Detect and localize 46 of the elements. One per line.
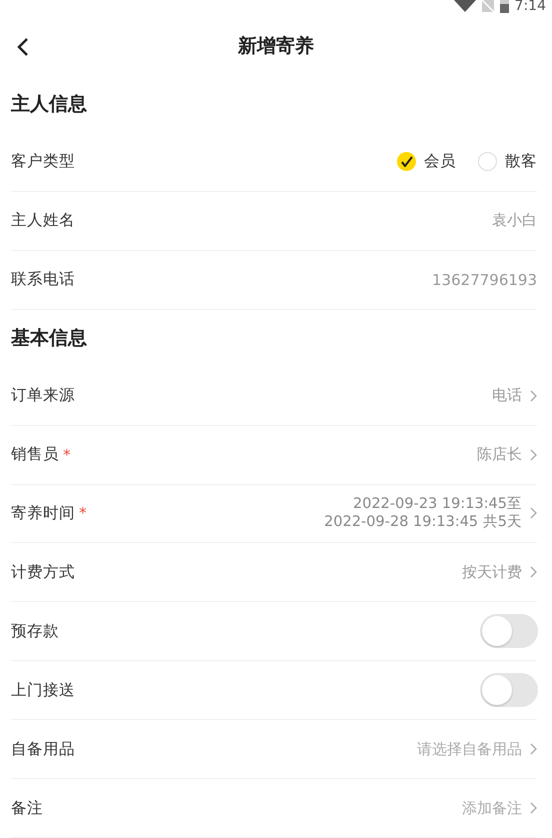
status-time: 7:14 xyxy=(514,0,546,13)
back-icon xyxy=(17,37,29,58)
form-row[interactable]: 预存款 xyxy=(11,602,537,662)
field-label: 订单来源 xyxy=(11,385,75,406)
chevron-icon xyxy=(530,507,537,520)
section-title: 主人信息 xyxy=(10,92,88,118)
chevron-icon xyxy=(530,390,537,402)
check-icon xyxy=(400,156,412,168)
field-label: 预存款 xyxy=(11,620,59,642)
form-row[interactable]: 计费方式 按天计费 xyxy=(11,543,537,602)
wifi-icon xyxy=(454,0,476,12)
form-row[interactable]: 上门接送 xyxy=(11,661,537,720)
battery-icon xyxy=(500,0,509,13)
field-label: 销售员 xyxy=(11,444,59,466)
page-title: 新增寄养 xyxy=(238,34,314,59)
form-row[interactable]: 客户类型 会员 散客 xyxy=(11,132,537,192)
chevron-icon xyxy=(530,743,537,756)
field-label: 备注 xyxy=(11,798,43,819)
chevron-icon xyxy=(530,566,537,578)
required-mark: * xyxy=(63,446,70,464)
field-label: 自备用品 xyxy=(11,738,75,760)
form-row[interactable]: 寄养时间 * 2022-09-23 19:13:45至 2022-09-28 19:13:45 共5天 xyxy=(11,484,537,544)
form-row[interactable]: 销售员 * 陈店长 xyxy=(11,426,537,484)
radio-option[interactable]: 会员 xyxy=(397,151,456,172)
form-row[interactable]: 订单来源 电话 xyxy=(11,366,537,426)
form-row[interactable]: 备注 添加备注 xyxy=(11,779,537,838)
section-title: 基本信息 xyxy=(10,326,88,352)
date-range-text: 2022-09-23 19:13:45至 xyxy=(353,495,522,514)
form-row[interactable]: 主人姓名 袁小白 xyxy=(11,192,537,251)
field-label: 寄养时间 xyxy=(11,502,75,524)
chevron-icon xyxy=(530,802,537,814)
field-label: 上门接送 xyxy=(11,680,75,701)
field-value: 13627796193 xyxy=(432,270,537,289)
field-label: 联系电话 xyxy=(11,269,75,290)
field-label: 客户类型 xyxy=(11,151,75,172)
required-mark: * xyxy=(79,504,86,522)
field-label: 计费方式 xyxy=(11,562,75,583)
date-range-text: 2022-09-28 19:13:45 共5天 xyxy=(324,513,522,532)
form-row[interactable]: 联系电话 13627796193 xyxy=(11,250,537,310)
toggle-switch[interactable] xyxy=(480,614,538,648)
toggle-switch[interactable] xyxy=(480,673,538,708)
form-row[interactable]: 自备用品 请选择自备用品 xyxy=(11,720,537,780)
radio-option[interactable]: 散客 xyxy=(478,151,537,172)
field-label: 主人姓名 xyxy=(11,210,75,232)
field-value: 袁小白 xyxy=(492,211,537,230)
chevron-icon xyxy=(530,448,537,461)
